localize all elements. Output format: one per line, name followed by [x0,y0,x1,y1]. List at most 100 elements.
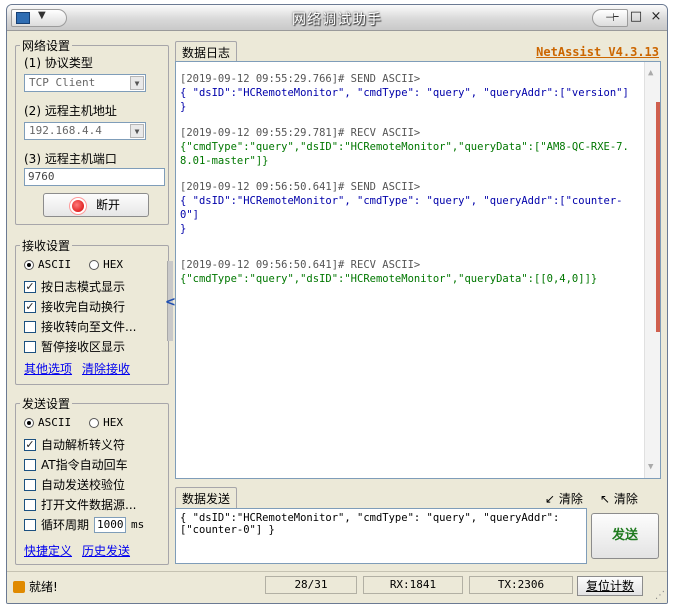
send-option-file-source[interactable]: 打开文件数据源... [24,496,136,513]
receive-ascii-radio[interactable] [24,259,34,270]
window-title: 网络调试助手 [292,12,382,28]
send-ascii-radio[interactable] [24,417,34,428]
clear-receive-link[interactable]: 清除接收 [82,360,130,377]
recv-option-log-mode[interactable]: ✓ 按日志模式显示 [24,278,125,295]
log-entry: [2019-09-12 09:56:50.641]# RECV ASCII> {… [180,258,640,286]
send-option-checksum[interactable]: 自动发送校验位 [24,476,125,493]
clear-send-button[interactable]: ↙ 清除 [545,490,583,507]
receive-encoding-row: ASCII HEX [24,258,123,271]
log-message: {"cmdType":"query","dsID":"HCRemoteMonit… [180,141,629,167]
loop-period-field[interactable]: 1000 [94,516,127,533]
clear-icon: ↙ [545,492,556,506]
checkbox[interactable]: ✓ [24,300,36,313]
send-option-loop-period[interactable]: 循环周期 1000 ms [24,516,144,533]
scroll-accent [656,102,660,332]
send-history-link[interactable]: 历史发送 [82,542,130,559]
remote-port-label: (3) 远程主机端口 [24,152,117,166]
log-scrollbar[interactable]: ▲ ▼ [644,62,660,478]
remote-host-value: 192.168.4.4 [29,124,102,137]
receive-hex-label: HEX [103,258,123,271]
title-bar[interactable]: ▼ 网络调试助手 ⊣ – □ × [7,5,667,31]
disconnect-button[interactable]: 断开 [43,193,149,217]
scroll-up-icon[interactable]: ▲ [648,66,653,80]
checkbox[interactable] [24,340,36,353]
log-content: [2019-09-12 09:55:29.766]# SEND ASCII> {… [180,72,640,298]
send-hex-label: HEX [103,416,123,429]
remote-host-select[interactable]: 192.168.4.4 ▼ [24,122,146,140]
reset-count-button[interactable]: 复位计数 [577,576,643,596]
clear-all-button[interactable]: ↖ 清除 [600,490,638,507]
close-button[interactable]: × [649,9,663,27]
checkbox[interactable]: ✓ [24,280,36,293]
status-rx: RX:1841 [363,576,463,594]
send-ascii-label: ASCII [38,416,72,429]
protocol-label: (1) 协议类型 [24,56,93,70]
more-options-link[interactable]: 其他选项 [24,360,72,377]
log-message: { "dsID":"HCRemoteMonitor", "cmdType": "… [180,195,623,235]
checkbox[interactable] [24,458,36,471]
disconnect-label: 断开 [95,198,120,212]
receive-hex-radio[interactable] [89,259,100,270]
status-bar: 就绪! 28/31 RX:1841 TX:2306 复位计数 ⋰ [7,571,667,603]
send-option-label: 循环周期 [41,518,90,532]
maximize-button[interactable]: □ [629,9,643,27]
log-timestamp: [2019-09-12 09:56:50.641]# RECV ASCII> [180,259,421,271]
checkbox[interactable] [24,498,36,511]
tab-data-send[interactable]: 数据发送 [175,487,238,509]
send-input[interactable]: { "dsID":"HCRemoteMonitor", "cmdType": "… [175,508,587,564]
network-settings-title: 网络设置 [20,37,73,54]
minimize-button[interactable]: – [609,9,623,27]
status-ready: 就绪! [13,578,58,595]
remote-host-label: (2) 远程主机地址 [24,104,117,118]
log-message: { "dsID":"HCRemoteMonitor", "cmdType": "… [180,87,636,113]
protocol-value: TCP Client [29,76,96,89]
receive-settings-title: 接收设置 [20,237,73,254]
status-count: 28/31 [265,576,357,594]
status-tx: TX:2306 [469,576,573,594]
send-option-label: 打开文件数据源... [41,498,137,512]
shortcut-define-link[interactable]: 快捷定义 [24,542,72,559]
log-timestamp: [2019-09-12 09:55:29.781]# RECV ASCII> [180,127,421,139]
send-encoding-row: ASCII HEX [24,416,123,429]
receive-ascii-label: ASCII [38,258,72,271]
send-button[interactable]: 发送 [591,513,659,559]
recv-option-auto-newline[interactable]: ✓ 接收完自动换行 [24,298,125,315]
clear-send-label: 清除 [558,492,583,506]
log-entry: [2019-09-12 09:55:29.766]# SEND ASCII> {… [180,72,640,114]
checkbox[interactable] [24,478,36,491]
send-option-label: 自动发送校验位 [41,478,126,492]
send-option-label: AT指令自动回车 [41,458,128,472]
chevron-down-icon: ▼ [130,124,144,138]
clear-all-label: 清除 [613,492,638,506]
receive-settings-group: 接收设置 ASCII HEX ✓ 按日志模式显示 ✓ 接收完自动换行 接收转向至文件… [15,237,169,385]
log-entry: [2019-09-12 09:55:29.781]# RECV ASCII> {… [180,126,640,168]
app-window: ▼ 网络调试助手 ⊣ – □ × 网络设置 (1) 协议类型 TCP Clien… [6,4,668,604]
recv-option-label: 按日志模式显示 [41,280,126,294]
protocol-select[interactable]: TCP Client ▼ [24,74,146,92]
log-timestamp: [2019-09-12 09:55:29.766]# SEND ASCII> [180,73,421,85]
send-settings-title: 发送设置 [20,395,73,412]
send-option-label: 自动解析转义符 [41,438,126,452]
send-option-parse-escape[interactable]: ✓ 自动解析转义符 [24,436,125,453]
remote-port-field[interactable]: 9760 [24,168,165,186]
recv-option-pause-display[interactable]: 暂停接收区显示 [24,338,125,355]
chevron-down-icon: ▼ [130,76,144,90]
send-hex-radio[interactable] [89,417,100,428]
log-message: {"cmdType":"query","dsID":"HCRemoteMonit… [180,273,598,285]
data-log-area[interactable]: [2019-09-12 09:55:29.766]# SEND ASCII> {… [175,61,661,479]
tab-data-log[interactable]: 数据日志 [175,41,238,63]
status-ready-label: 就绪! [29,580,58,594]
send-option-at-return[interactable]: AT指令自动回车 [24,456,128,473]
resize-grip-icon[interactable]: ⋰ [655,590,665,601]
status-icon [13,580,25,593]
scroll-down-icon[interactable]: ▼ [648,460,653,474]
version-link[interactable]: NetAssist V4.3.13 [536,45,659,59]
checkbox[interactable]: ✓ [24,438,36,451]
checkbox[interactable] [24,320,36,333]
checkbox[interactable] [24,518,36,531]
loop-period-unit: ms [131,518,145,531]
connection-status-icon [71,199,84,212]
recv-option-to-file[interactable]: 接收转向至文件... [24,318,136,335]
log-entry: [2019-09-12 09:56:50.641]# SEND ASCII> {… [180,180,640,236]
clear-all-icon: ↖ [600,492,611,506]
